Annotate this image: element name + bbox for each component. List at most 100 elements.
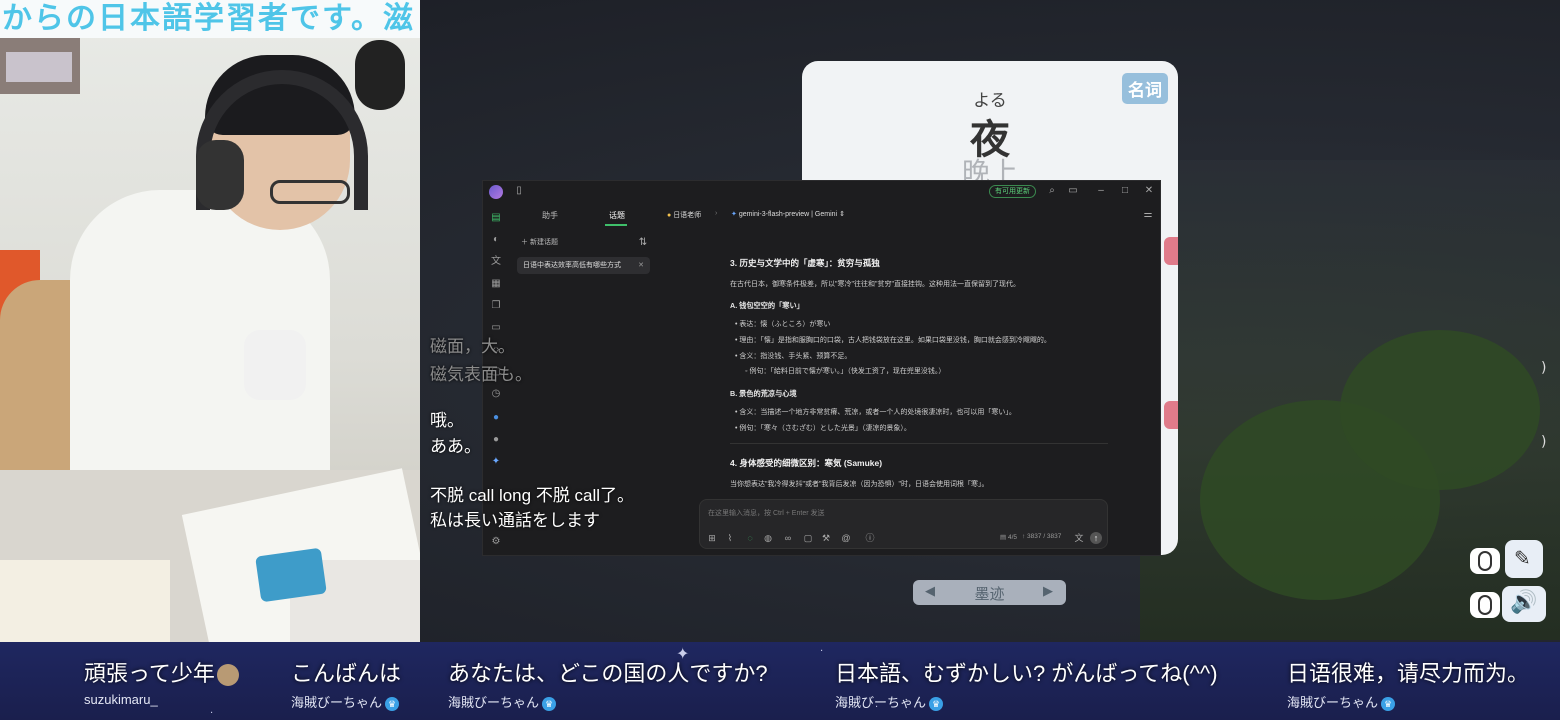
chat-message-text: 頑張って少年: [84, 661, 215, 686]
list-item: • 例句：「寒々（さむざむ）とした光景」（凄凉的景象）。: [735, 425, 911, 432]
attach-icon[interactable]: ⌇: [724, 532, 736, 544]
glasses: [270, 180, 350, 204]
edge-indicator-icon: ): [1541, 434, 1547, 450]
stream-scene: からの日本語学習者です。滋 名词 よる 夜 晚上 ▯ 有可用更新 ⌕ ▭ – □…: [0, 0, 1560, 720]
list-item-text: 含义：当描述一个地方非常贫瘠、荒凉，或者一个人的处境很凄凉时，也可以用「寒い」。: [739, 409, 1016, 416]
sound-widget: 🔊: [1502, 586, 1546, 622]
chat-message: あなたは、どこの国の人ですか?: [448, 661, 768, 686]
layout-icon[interactable]: ▭: [1067, 185, 1079, 197]
notepad-icon: ✎: [1514, 546, 1531, 570]
tools-icon[interactable]: ⚒: [820, 532, 832, 544]
message-input[interactable]: 在这里输入消息，按 Ctrl + Enter 发送 ⊞ ⌇ ◌ ◍ ∞ ▢ ⚒ …: [699, 499, 1108, 549]
search-icon[interactable]: ⌕: [1046, 185, 1058, 197]
list-item-text: 含义：指没钱、手头紧、预算不足。: [739, 353, 852, 360]
mouse-widget: [1470, 548, 1500, 574]
list-item: ◦ 例句：「給料日前で懐が寒い。」（快发工资了，现在兜里没钱。）: [745, 368, 946, 375]
chevron-updown-icon: ⇕: [839, 211, 845, 218]
chat-username: 海賊びーちゃん ♛: [1287, 692, 1396, 711]
topic-title: 日语中表达效率高低有哪些方式: [523, 262, 621, 269]
card-marker: [1164, 237, 1178, 265]
palette-icon[interactable]: ◐: [489, 233, 503, 247]
apps-icon[interactable]: ▦: [489, 277, 503, 291]
add-icon[interactable]: ⊞: [706, 532, 718, 544]
input-placeholder: 在这里输入消息，按 Ctrl + Enter 发送: [708, 510, 825, 517]
title-bar: ▯ 有可用更新 ⌕ ▭ – □ ✕: [483, 181, 1160, 203]
info-icon[interactable]: ⓘ: [864, 532, 876, 544]
subtitle-translation: 私は長い通話をします: [430, 511, 600, 530]
subtitle-source: 不脱 call long 不脱 call了。: [430, 486, 635, 505]
crown-icon: ♛: [542, 696, 557, 711]
deck-pager: ◀ 墨迹 ▶: [913, 580, 1066, 605]
app-icon-blue[interactable]: ●: [489, 411, 503, 425]
context-count: ▤ 4/5: [1000, 534, 1017, 541]
crown-icon: ♛: [929, 696, 944, 711]
chat-username: 海賊びーちゃん ♛: [448, 692, 557, 711]
file-icon[interactable]: ▢: [802, 532, 814, 544]
topic-item[interactable]: 日语中表达效率高低有哪些方式 ✕: [517, 257, 650, 274]
subtitle-source: 磁面，大。: [430, 337, 515, 356]
model-name: gemini-3-flash-preview | Gemini: [738, 211, 838, 218]
mouse-icon: [1478, 551, 1492, 571]
maximize-icon[interactable]: □: [1119, 185, 1131, 197]
active-tab-indicator: [605, 224, 627, 226]
paragraph: 当你想表达"我冷得发抖"或者"我背后发凉（因为恐惧）"时，日语会使用词根「寒」。: [730, 481, 989, 488]
translate-icon[interactable]: 文: [489, 255, 503, 269]
link-icon[interactable]: ∞: [782, 532, 794, 544]
context-count-value: 4/5: [1007, 534, 1017, 541]
mouse-widget: [1470, 592, 1500, 618]
crown-icon: ♛: [1381, 696, 1396, 711]
assistant-breadcrumb[interactable]: ● 日语老师: [667, 210, 701, 220]
game-controller: [244, 330, 306, 400]
subtitle-translation: ああ。: [430, 437, 481, 456]
decor-star: ·: [210, 708, 214, 719]
new-topic-button[interactable]: ＋ 新建话题: [521, 237, 558, 247]
user-avatar[interactable]: [489, 185, 503, 199]
update-badge[interactable]: 有可用更新: [989, 185, 1036, 198]
microphone: [355, 40, 405, 110]
list-item: • 含义：当描述一个地方非常贫瘠、荒凉，或者一个人的处境很凄凉时，也可以用「寒い…: [735, 409, 1016, 416]
notes-widget: ✎: [1505, 540, 1543, 578]
chat-username-text: 海賊びーちゃん: [1287, 695, 1379, 710]
close-icon[interactable]: ✕: [1143, 185, 1155, 197]
send-icon[interactable]: ↑: [1090, 532, 1102, 544]
gemini-icon[interactable]: ✦: [489, 455, 503, 469]
chat-message: こんばんは: [291, 661, 402, 686]
speaker-icon: 🔊: [1510, 590, 1538, 615]
chat-message: 日语很难，请尽力而为。: [1287, 661, 1530, 686]
files-icon[interactable]: ❐: [489, 299, 503, 313]
translate-input-icon[interactable]: 文: [1073, 532, 1085, 544]
list-item-text: 例句：「寒々（さむざむ）とした光景」（凄凉的景象）。: [739, 425, 911, 432]
gemini-model-icon: ✦: [731, 211, 739, 218]
list-item-text: 例句：「給料日前で懐が寒い。」（快发工资了，现在兜里没钱。）: [749, 368, 946, 375]
blue-pad: [255, 547, 327, 603]
chat-message: 頑張って少年: [84, 656, 239, 688]
subtitle-source: 哦。: [430, 411, 464, 430]
new-topic-label: 新建话题: [529, 239, 558, 246]
divider: [730, 443, 1108, 444]
list-item-text: 表达：懐（ふところ）が寒い: [739, 321, 831, 328]
sort-icon[interactable]: ⇅: [637, 237, 649, 249]
chat-username-text: 海賊びーちゃん: [291, 695, 383, 710]
tab-topics[interactable]: 话题: [609, 210, 625, 221]
chat-username: 海賊びーちゃん ♛: [835, 692, 944, 711]
list-item-text: 理由：「懐」是指和服胸口的口袋，古人把钱袋放在这里。如果口袋里没钱，胸口就会感到…: [739, 337, 1051, 344]
chat-icon[interactable]: ▤: [489, 211, 503, 225]
app-icon-grey[interactable]: ●: [489, 433, 503, 447]
thinking-icon[interactable]: ◌: [744, 532, 756, 544]
notebook: [0, 560, 170, 642]
model-selector[interactable]: ✦ gemini-3-flash-preview | Gemini ⇕: [731, 210, 845, 218]
section-heading: 3. 历史与文学中的「虚寒」：贫穷与孤独: [730, 258, 880, 268]
close-topic-icon[interactable]: ✕: [638, 257, 644, 274]
list-item: • 含义：指没钱、手头紧、预算不足。: [735, 353, 852, 360]
tune-icon[interactable]: ⚌: [1142, 209, 1154, 221]
chat-username: suzukimaru_: [84, 692, 158, 707]
next-arrow-icon[interactable]: ▶: [1043, 584, 1053, 599]
web-search-icon[interactable]: ◍: [762, 532, 774, 544]
conversation-panel: ● 日语老师 › ✦ gemini-3-flash-preview | Gemi…: [655, 203, 1160, 555]
tab-assistant[interactable]: 助手: [542, 210, 558, 221]
settings-icon[interactable]: ⚙: [489, 535, 503, 549]
minimize-icon[interactable]: –: [1095, 185, 1107, 197]
mention-icon[interactable]: @: [840, 532, 852, 544]
sidebar-toggle-icon[interactable]: ▯: [513, 185, 525, 197]
clock-icon[interactable]: ◷: [489, 387, 503, 401]
